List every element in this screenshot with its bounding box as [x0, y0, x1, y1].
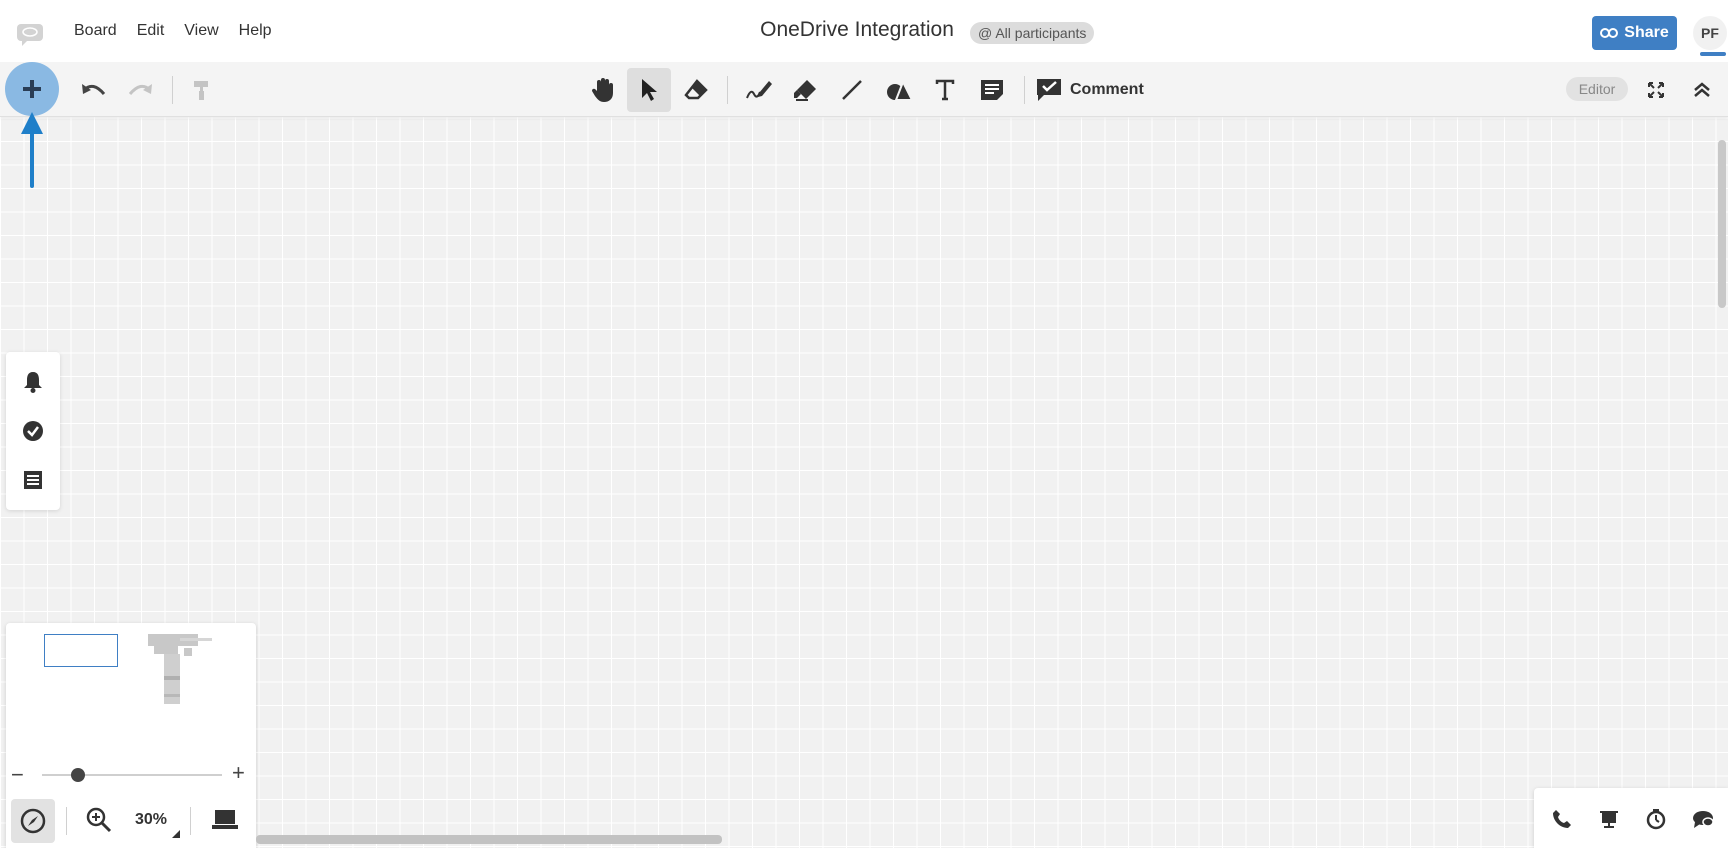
shapes-tool-button[interactable]	[877, 68, 921, 112]
fullscreen-button[interactable]	[1634, 68, 1678, 112]
minimap-content-preview	[148, 634, 212, 704]
minimap-divider	[190, 807, 191, 835]
redo-icon	[128, 84, 152, 95]
redo-button[interactable]	[118, 68, 162, 112]
list-icon	[24, 471, 42, 489]
format-painter-button[interactable]	[180, 68, 224, 112]
minimap-viewport[interactable]	[44, 634, 118, 667]
chat-button[interactable]	[1690, 806, 1716, 832]
comment-tool-button[interactable]: Comment	[1036, 68, 1150, 112]
add-button[interactable]	[5, 62, 59, 116]
undo-icon	[82, 84, 106, 95]
paint-roller-icon	[194, 81, 208, 100]
zoom-magnifier-icon	[86, 807, 112, 833]
comment-label: Comment	[1070, 81, 1144, 98]
select-arrow-icon	[642, 79, 657, 101]
zoom-dropdown-icon	[172, 830, 180, 838]
link-icon	[1600, 28, 1619, 38]
toolbar-divider	[727, 76, 728, 104]
hand-icon	[591, 78, 613, 102]
timer-icon	[1646, 809, 1666, 830]
highlighter-icon	[794, 80, 816, 101]
avatar[interactable]: PF	[1693, 16, 1727, 50]
comment-check-icon	[1037, 79, 1061, 101]
compass-icon	[20, 808, 46, 834]
hand-tool-button[interactable]	[581, 68, 625, 112]
toolbar: Comment	[0, 62, 1728, 117]
presenter-icon	[1600, 811, 1618, 828]
editor-mode-badge[interactable]: Editor	[1566, 77, 1628, 101]
share-label: Share	[1624, 24, 1669, 41]
chat-icon	[1693, 811, 1714, 828]
sticky-note-tool-button[interactable]	[970, 68, 1014, 112]
call-button[interactable]	[1549, 806, 1575, 832]
tasks-button[interactable]	[17, 415, 49, 447]
check-circle-icon	[23, 421, 43, 441]
double-chevron-up-icon	[1694, 82, 1710, 97]
highlighter-tool-button[interactable]	[784, 68, 828, 112]
bell-icon	[24, 372, 42, 393]
navigator-toggle-button[interactable]	[11, 799, 55, 843]
menu-help[interactable]: Help	[229, 22, 282, 40]
select-tool-button[interactable]	[627, 68, 671, 112]
main-menu: Board Edit View Help	[64, 0, 282, 62]
vertical-scrollbar[interactable]	[1718, 140, 1726, 308]
minimap-divider	[66, 807, 67, 835]
shapes-icon	[887, 79, 913, 101]
timer-button[interactable]	[1643, 806, 1669, 832]
toolbar-divider	[172, 76, 173, 104]
top-menu-bar: Board Edit View Help OneDrive Integratio…	[0, 0, 1728, 63]
notifications-button[interactable]	[17, 366, 49, 398]
plus-icon	[23, 80, 41, 98]
zoom-in-button[interactable]: +	[232, 760, 245, 786]
zoom-level-indicator[interactable]: 30%	[135, 811, 167, 829]
text-icon	[935, 79, 955, 101]
board-title[interactable]: OneDrive Integration	[700, 18, 1014, 42]
presenter-button[interactable]	[1596, 806, 1622, 832]
menu-board[interactable]: Board	[64, 22, 127, 40]
collapse-toolbar-button[interactable]	[1680, 68, 1724, 112]
menu-view[interactable]: View	[174, 22, 228, 40]
laptop-icon	[212, 810, 238, 829]
zoom-slider-track[interactable]	[42, 774, 222, 776]
zoom-out-button[interactable]: −	[11, 762, 24, 788]
pen-tool-button[interactable]	[737, 68, 781, 112]
line-tool-button[interactable]	[830, 68, 874, 112]
arrow-up-icon	[21, 112, 43, 188]
participants-badge[interactable]: @ All participants	[970, 22, 1095, 44]
app-logo-icon[interactable]	[16, 22, 46, 46]
undo-button[interactable]	[72, 68, 116, 112]
pen-icon	[746, 81, 772, 99]
menu-edit[interactable]: Edit	[127, 22, 175, 40]
phone-icon	[1553, 810, 1571, 828]
presentation-view-button[interactable]	[211, 809, 239, 836]
text-tool-button[interactable]	[923, 68, 967, 112]
eraser-icon	[684, 79, 708, 100]
avatar-indicator	[1700, 52, 1726, 56]
minimap-panel: − + 30%	[6, 623, 256, 848]
sticky-note-icon	[981, 80, 1003, 100]
share-button[interactable]: Share	[1592, 16, 1677, 50]
zoom-to-fit-button[interactable]	[86, 807, 112, 838]
line-icon	[842, 80, 862, 100]
fullscreen-icon	[1648, 82, 1664, 98]
eraser-tool-button[interactable]	[674, 68, 718, 112]
outline-button[interactable]	[17, 464, 49, 496]
horizontal-scrollbar[interactable]	[256, 835, 722, 844]
left-side-panel	[6, 352, 60, 510]
bottom-right-panel	[1534, 788, 1728, 848]
zoom-slider-thumb[interactable]	[71, 768, 85, 782]
toolbar-divider	[1024, 76, 1025, 104]
